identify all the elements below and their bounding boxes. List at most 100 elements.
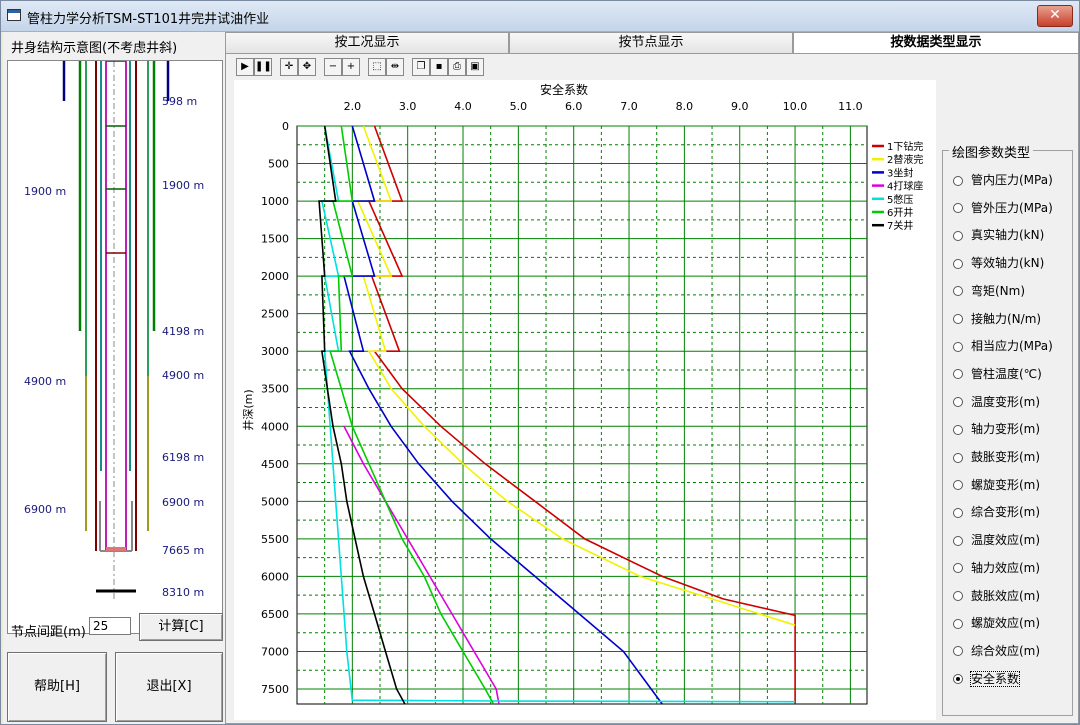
well-structure-title: 井身结构示意图(不考虑井斜) (11, 41, 178, 56)
view-tabs: 按工况显示 按节点显示 按数据类型显示 (225, 32, 1079, 55)
param-option[interactable]: 螺旋效应(m) (953, 614, 1040, 631)
radio-icon[interactable] (953, 480, 963, 491)
exit-button[interactable]: 退出[X] (115, 652, 223, 722)
legend-label: 7关井 (887, 219, 913, 232)
param-option-label: 综合变形(m) (971, 505, 1041, 520)
save-icon[interactable]: ▪ (430, 58, 448, 76)
pause-icon[interactable]: ❚❚ (254, 58, 272, 76)
param-option-label: 螺旋效应(m) (971, 616, 1041, 631)
calculate-button[interactable]: 计算[C] (139, 613, 223, 641)
radio-icon[interactable] (953, 646, 963, 657)
chart-title: 安全系数 (540, 82, 588, 97)
param-option[interactable]: 安全系数 (953, 670, 1021, 687)
radio-icon[interactable] (953, 286, 963, 297)
depth-label: 4198 m (162, 325, 205, 338)
x-tick-label: 6.0 (565, 100, 583, 113)
depth-label: 4900 m (24, 375, 67, 388)
y-tick-label: 500 (268, 158, 289, 171)
node-interval-input[interactable] (89, 617, 131, 635)
param-option[interactable]: 弯矩(Nm) (953, 282, 1025, 299)
radio-icon[interactable] (953, 591, 963, 601)
legend-label: 4打球座 (887, 180, 923, 193)
legend-label: 5憋压 (887, 193, 913, 206)
pan-icon[interactable]: ✥ (298, 58, 316, 76)
window-title: 管柱力学分析TSM-ST101井完井试油作业 (27, 12, 270, 27)
radio-icon[interactable] (953, 258, 963, 269)
depth-label: 1900 m (162, 179, 205, 192)
param-type-group: 绘图参数类型 管内压力(MPa) 管外压力(MPa) 真实轴力(kN) 等效轴力(kN… (942, 142, 1073, 716)
radio-icon[interactable] (953, 203, 963, 214)
x-tick-label: 4.0 (454, 100, 472, 113)
param-option-label: 接触力(N/m) (971, 311, 1042, 326)
param-group-title: 绘图参数类型 (949, 142, 1034, 161)
title-bar[interactable]: 管柱力学分析TSM-ST101井完井试油作业 ✕ (1, 1, 1079, 32)
param-option[interactable]: 温度变形(m) (953, 393, 1040, 410)
x-tick-label: 7.0 (620, 100, 638, 113)
tab-by-node[interactable]: 按节点显示 (509, 32, 793, 53)
radio-icon[interactable] (953, 535, 963, 546)
radio-icon[interactable] (953, 424, 963, 435)
radio-icon[interactable] (953, 369, 963, 380)
param-option[interactable]: 接触力(N/m) (953, 310, 1041, 327)
legend-label: 3坐封 (887, 166, 913, 179)
param-option-label: 管外压力(MPa) (971, 200, 1053, 215)
print-icon[interactable]: ⎙ (448, 58, 466, 76)
param-option[interactable]: 真实轴力(kN) (953, 226, 1044, 243)
param-option-label: 管柱温度(℃) (971, 366, 1042, 381)
safety-factor-chart[interactable]: 安全系数 井深(m) 2.0 3.0 4.0 5.0 6.0 7.0 8.0 9.0 10.0 1… (234, 80, 936, 720)
param-option[interactable]: 管外压力(MPa) (953, 199, 1053, 216)
radio-icon[interactable] (953, 230, 963, 241)
param-option-label: 管内压力(MPa) (971, 173, 1053, 187)
param-option[interactable]: 等效轴力(kN) (953, 254, 1044, 271)
zoom-out-icon[interactable]: − (324, 58, 342, 76)
param-option-label: 温度效应(m) (971, 533, 1041, 548)
help-button[interactable]: 帮助[H] (7, 652, 107, 722)
crosshair-icon[interactable]: ✛ (280, 58, 298, 76)
radio-icon[interactable] (953, 618, 963, 629)
param-option[interactable]: 相当应力(MPa) (953, 337, 1053, 354)
fit-icon[interactable]: ⇹ (386, 58, 404, 76)
select-icon[interactable]: ⬚ (368, 58, 386, 76)
copy-icon[interactable]: ❐ (412, 58, 430, 76)
depth-label: 8310 m (162, 586, 205, 599)
param-option[interactable]: 温度效应(m) (953, 531, 1040, 548)
main-window: 管柱力学分析TSM-ST101井完井试油作业 ✕ 井身结构示意图(不考虑井斜) (0, 0, 1080, 725)
param-option[interactable]: 鼓胀变形(m) (953, 448, 1040, 465)
radio-icon[interactable] (953, 341, 963, 352)
x-tick-label: 3.0 (399, 100, 417, 113)
x-tick-label: 5.0 (510, 100, 528, 113)
print-preview-icon[interactable]: ▣ (466, 58, 484, 76)
radio-icon[interactable] (953, 452, 963, 463)
y-tick-label: 2000 (261, 270, 289, 283)
legend-label: 2替液完 (887, 153, 923, 166)
param-option[interactable]: 管内压力(MPa) (953, 171, 1053, 188)
play-icon[interactable]: ▶ (236, 58, 254, 76)
depth-label: 1900 m (24, 185, 67, 198)
param-option[interactable]: 鼓胀效应(m) (953, 587, 1040, 604)
y-tick-label: 3000 (261, 345, 289, 358)
param-option[interactable]: 螺旋变形(m) (953, 476, 1040, 493)
radio-icon[interactable] (953, 674, 963, 685)
radio-icon[interactable] (953, 175, 963, 186)
radio-icon[interactable] (953, 563, 963, 574)
tab-by-condition[interactable]: 按工况显示 (225, 32, 509, 53)
radio-icon[interactable] (953, 397, 963, 408)
radio-icon[interactable] (953, 507, 963, 518)
y-tick-label: 7500 (261, 683, 289, 696)
y-tick-label: 7000 (261, 645, 289, 658)
radio-icon[interactable] (953, 314, 963, 324)
param-option[interactable]: 轴力变形(m) (953, 420, 1040, 437)
zoom-in-icon[interactable]: + (342, 58, 360, 76)
chart-area[interactable]: 安全系数 井深(m) 2.0 3.0 4.0 5.0 6.0 7.0 8.0 9.0 10.0 1… (234, 80, 936, 720)
param-option[interactable]: 轴力效应(m) (953, 559, 1040, 576)
y-tick-label: 4000 (261, 420, 289, 433)
param-option[interactable]: 综合变形(m) (953, 503, 1040, 520)
param-option[interactable]: 综合效应(m) (953, 642, 1040, 659)
y-tick-label: 4500 (261, 458, 289, 471)
param-option[interactable]: 管柱温度(℃) (953, 365, 1042, 382)
y-tick-label: 0 (282, 120, 289, 133)
tab-by-data-type[interactable]: 按数据类型显示 (793, 32, 1079, 55)
depth-label: 6198 m (162, 451, 205, 464)
y-tick-label: 5500 (261, 533, 289, 546)
close-button[interactable]: ✕ (1037, 5, 1073, 27)
